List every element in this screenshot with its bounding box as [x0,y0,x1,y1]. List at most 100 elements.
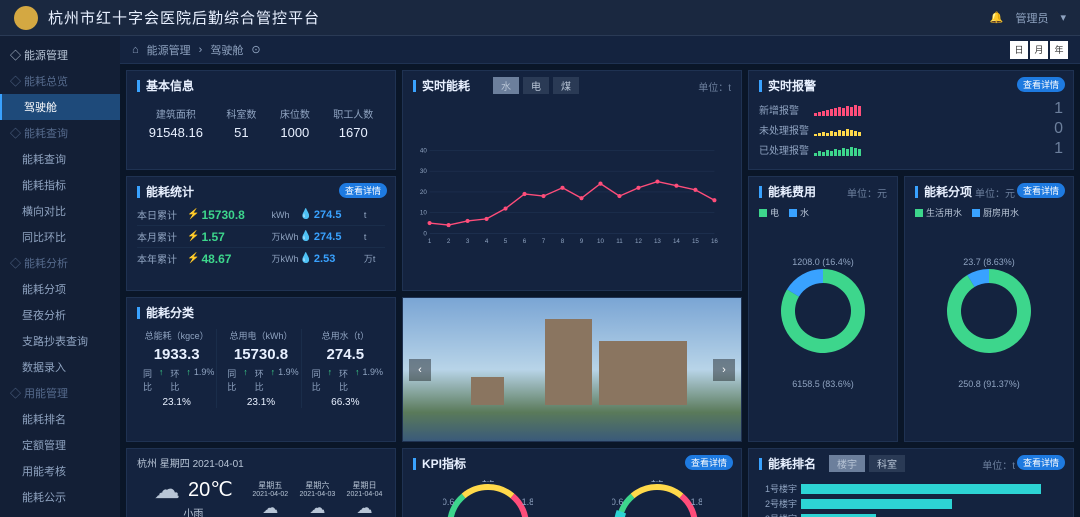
sidebar-item[interactable]: 能耗排名 [0,406,120,432]
classify-col: 总能耗（kgce）1933.3 同比↑环比↑1.9% 23.1% [137,329,217,408]
sidebar-item[interactable]: 能耗查询 [0,146,120,172]
kpi-gauge: 0.61.21.82.4 0.21单位床位能耗t/床 [612,480,702,517]
legend-item: 电 [759,206,779,219]
topbar: 杭州市红十字会医院后勤综合管控平台 🔔 管理员 ▾ [0,0,1080,36]
basic-info-card: 基本信息 建筑面积91548.16科室数51床位数1000职工人数1670 [126,70,396,170]
sidebar-item[interactable]: 昼夜分析 [0,302,120,328]
card-title: 能耗分类 [137,304,385,321]
next-building-button[interactable]: › [713,359,735,381]
rank-tab[interactable]: 楼宇 [829,455,865,472]
kpi-more-button[interactable]: 查看详情 [685,455,733,470]
weather-cond: 小雨 [137,505,250,517]
realtime-tab[interactable]: 煤 [553,77,579,94]
subitem-card: 能耗分项 查看详情 单位：元 生活用水厨房用水 250.8 (91.37%)23… [904,176,1074,442]
sidebar-item[interactable]: 横向对比 [0,198,120,224]
legend-item: 生活用水 [915,206,962,219]
breadcrumb-l2[interactable]: 驾驶舱 [210,42,243,58]
sidebar-item[interactable]: 支路抄表查询 [0,328,120,354]
unit-label: 单位：元 [847,185,887,200]
building-image-card: ‹ › [402,297,742,442]
sidebar-item[interactable]: ◇ 能源管理 [0,42,120,68]
svg-text:30: 30 [420,168,427,175]
unit-label: 单位：元 [975,185,1015,200]
svg-text:16: 16 [711,238,718,245]
period-year[interactable]: 年 [1050,41,1068,59]
forecast-day: 星期五2021-04-02☁ 16℃~21℃小雨 [250,480,291,517]
classify-col: 总用水（t）274.5 同比↑环比↑1.9% 66.3% [306,329,385,408]
svg-text:0.6: 0.6 [443,497,454,507]
sidebar-item[interactable]: 数据录入 [0,354,120,380]
rank-row: 2号楼宇 [759,497,1063,510]
card-title: KPI指标 [413,455,731,472]
weather-card: 杭州 星期四 2021-04-01 ☁ 20℃ 小雨 空气湿度：92% 空气质量… [126,448,396,517]
bell-icon[interactable]: 🔔 [990,11,1004,24]
sidebar-item[interactable]: 定额管理 [0,432,120,458]
svg-text:40: 40 [420,148,427,155]
sidebar-item[interactable]: 同比环比 [0,224,120,250]
sidebar-item[interactable]: 能耗公示 [0,484,120,510]
weather-city: 杭州 [137,459,157,470]
period-month[interactable]: 月 [1030,41,1048,59]
sidebar-item[interactable]: ◇ 能耗分析 [0,250,120,276]
breadcrumb-l1[interactable]: 能源管理 [147,42,191,58]
basic-item: 科室数51 [226,106,256,140]
energy-classify-card: 能耗分类 总能耗（kgce）1933.3 同比↑环比↑1.9% 23.1% 总用… [126,297,396,442]
svg-text:1.2: 1.2 [481,480,494,484]
stat-row: 本日累计 ⚡15730.8kWh 💧274.5t [137,204,385,226]
stats-more-button[interactable]: 查看详情 [339,183,387,198]
rank-tab[interactable]: 科室 [869,455,905,472]
alarm-row: 已处理报警1 [759,140,1063,158]
sidebar-item[interactable]: ◇ 能耗查询 [0,120,120,146]
svg-text:6: 6 [523,238,527,245]
period-day[interactable]: 日 [1010,41,1028,59]
svg-text:14: 14 [673,238,680,245]
weather-date: 2021-04-01 [193,459,244,470]
svg-text:250.8 (91.37%): 250.8 (91.37%) [958,379,1020,389]
svg-text:15: 15 [692,238,699,245]
sidebar-item[interactable]: 能耗分项 [0,276,120,302]
svg-text:0: 0 [423,230,427,237]
svg-text:2: 2 [447,238,451,245]
sidebar-item[interactable]: 能耗指标 [0,172,120,198]
sub-more-button[interactable]: 查看详情 [1017,183,1065,198]
sidebar-item[interactable]: 用能考核 [0,458,120,484]
svg-text:4: 4 [485,238,489,245]
kpi-gauge: 0.61.21.82.4 0.13人均水耗t/人 [443,480,533,517]
alarm-row: 未处理报警0 [759,120,1063,138]
weather-day: 星期四 [160,459,190,470]
sidebar-item[interactable]: ◇ 用能管理 [0,380,120,406]
realtime-energy-card: 实时能耗 水电煤 单位：t 01020304012345678910111213… [402,70,742,291]
prev-building-button[interactable]: ‹ [409,359,431,381]
basic-item: 职工人数1670 [333,106,373,140]
home-icon[interactable]: ⌂ [132,44,139,56]
rank-more-button[interactable]: 查看详情 [1017,455,1065,470]
alarm-more-button[interactable]: 查看详情 [1017,77,1065,92]
svg-text:3: 3 [466,238,470,245]
breadcrumb: ⌂ 能源管理› 驾驶舱 ⊙ 日 月 年 [120,36,1080,64]
svg-text:1.2: 1.2 [650,480,663,484]
svg-text:11: 11 [616,238,623,245]
svg-text:20: 20 [420,189,427,196]
sidebar-item[interactable]: ⚙ 设备监控 [0,510,120,517]
svg-text:13: 13 [654,238,661,245]
dropdown-icon[interactable]: ▾ [1060,11,1066,24]
cost-card: 能耗费用 单位：元 电水 6158.5 (83.6%)1208.0 (16.4%… [748,176,898,442]
classify-col: 总用电（kWh）15730.8 同比↑环比↑1.9% 23.1% [221,329,301,408]
realtime-tab[interactable]: 水 [493,77,519,94]
svg-text:1.8: 1.8 [521,497,532,507]
svg-text:9: 9 [580,238,584,245]
play-icon[interactable]: ⊙ [251,43,260,56]
basic-item: 建筑面积91548.16 [149,106,203,140]
svg-text:6158.5 (83.6%): 6158.5 (83.6%) [792,379,854,389]
admin-label[interactable]: 管理员 [1015,10,1048,26]
realtime-tab[interactable]: 电 [523,77,549,94]
sidebar-item[interactable]: 驾驶舱 [0,94,120,120]
legend-item: 水 [789,206,809,219]
weather-temp: 20℃ [188,477,233,502]
weather-icon: ☁ [154,474,180,505]
forecast-day: 星期六2021-04-03☁ 11℃~17℃小雨 [297,480,338,517]
svg-text:7: 7 [542,238,546,245]
svg-text:12: 12 [635,238,642,245]
card-title: 基本信息 [137,77,385,94]
sidebar-item[interactable]: ◇ 能耗总览 [0,68,120,94]
